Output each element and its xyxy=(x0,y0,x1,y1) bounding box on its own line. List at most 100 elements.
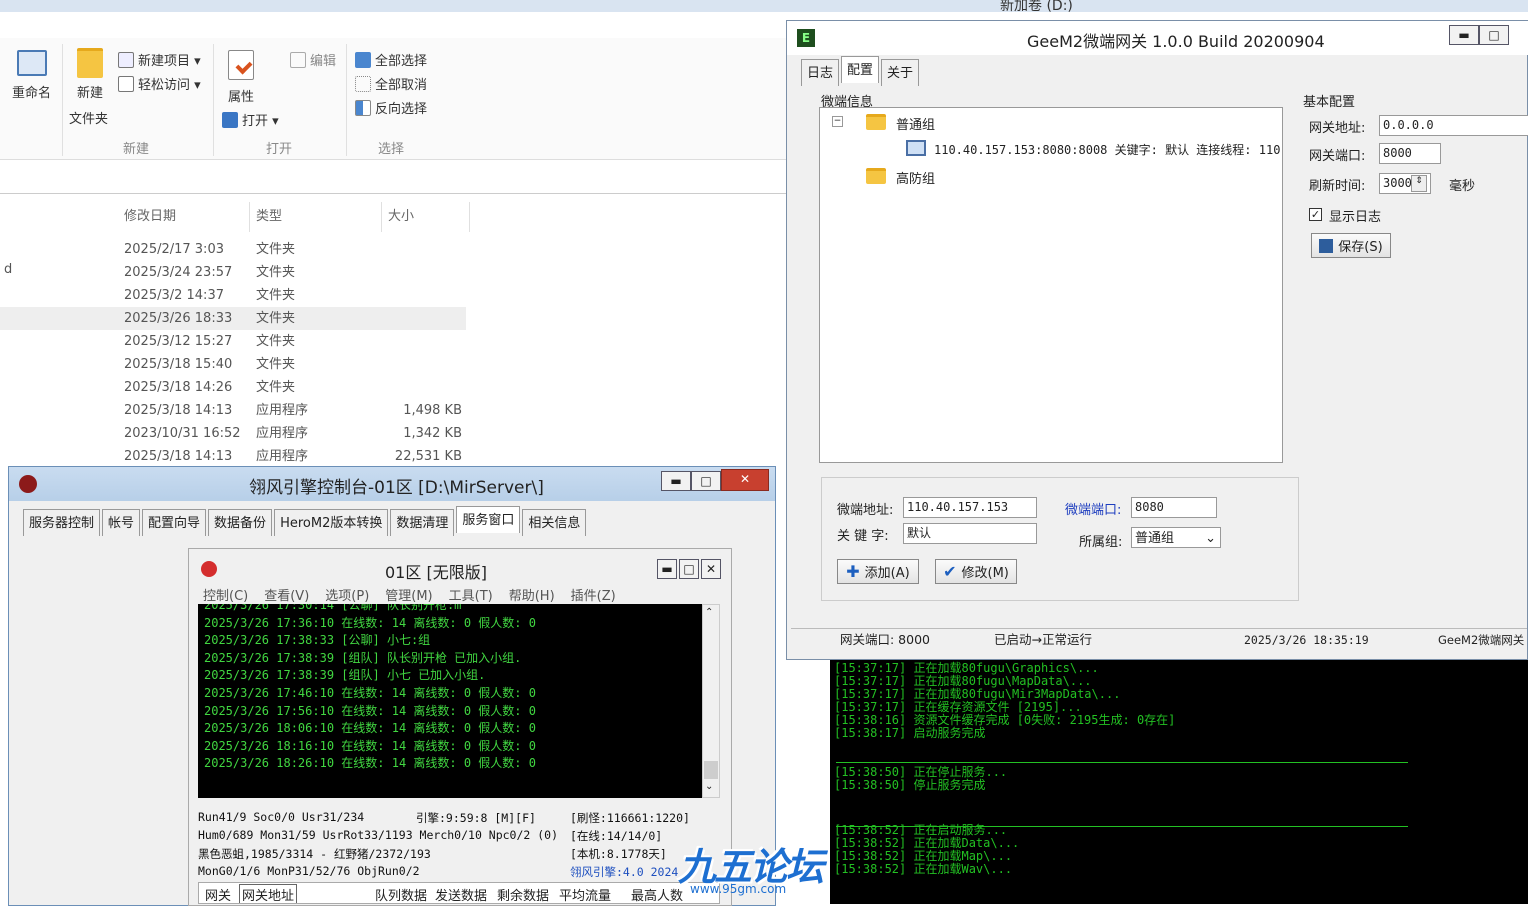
key-label: 关 键 字: xyxy=(837,529,889,544)
check-icon: ✔ xyxy=(943,562,957,581)
open-label: 打开 ▾ xyxy=(242,114,279,129)
save-button[interactable]: 保存(S) xyxy=(1311,233,1391,258)
file-row[interactable]: 2025/3/18 14:13 应用程序 1,498 KB xyxy=(0,399,466,422)
menu-item[interactable]: 控制(C) xyxy=(203,585,248,604)
tree-gateway-node[interactable]: 110.40.157.153:8080:8008 关键字: 默认 连接线程: 1… xyxy=(934,141,1280,158)
chevron-up-icon[interactable]: ⌃ xyxy=(705,607,713,618)
show-log-checkbox[interactable]: ✓ xyxy=(1309,208,1322,221)
new-folder-label2: 文件夹 xyxy=(69,112,109,127)
select-none-button[interactable]: 全部取消 xyxy=(355,74,427,93)
tab-config[interactable]: 配置 xyxy=(841,56,880,83)
file-row[interactable]: 2025/3/24 23:57 文件夹 xyxy=(0,261,466,284)
open-button[interactable]: 打开 ▾ xyxy=(222,110,279,129)
tab-about[interactable]: 关于 xyxy=(881,59,920,86)
file-row[interactable]: 2025/3/18 14:13 应用程序 22,531 KB xyxy=(0,445,466,468)
address-bar[interactable] xyxy=(0,164,786,194)
save-icon xyxy=(1319,238,1334,253)
show-log-label: 显示日志 xyxy=(1329,210,1382,225)
column-size[interactable]: 大小 xyxy=(382,202,470,232)
tab-2[interactable]: 配置向导 xyxy=(142,509,207,536)
chevron-down-icon: ⌄ xyxy=(1205,530,1216,545)
log-separator xyxy=(836,762,1408,763)
grid-column-header[interactable]: 发送数据 xyxy=(435,885,487,903)
mc-port-input[interactable]: 8080 xyxy=(1131,497,1217,518)
menu-item[interactable]: 选项(P) xyxy=(325,585,369,604)
file-row[interactable]: 2025/3/12 15:27 文件夹 xyxy=(0,330,466,353)
maximize-button[interactable]: □ xyxy=(691,471,721,491)
grid-column-header[interactable]: 剩余数据 xyxy=(497,885,549,903)
menu-item[interactable]: 管理(M) xyxy=(385,585,432,604)
easy-access-button[interactable]: 轻松访问 ▾ xyxy=(118,74,201,93)
geem2-window: E GeeM2微端网关 1.0.0 Build 20200904 ▬ □ 日志 … xyxy=(786,20,1528,660)
log-line: 2025/3/26 17:38:33 [公聊] 小七:组 xyxy=(204,633,431,648)
app-icon xyxy=(19,475,37,493)
gateway-port-input[interactable]: 8000 xyxy=(1379,143,1441,164)
menu-item[interactable]: 帮助(H) xyxy=(509,585,555,604)
mc-address-label: 微端地址: xyxy=(837,503,894,518)
grid-column-header[interactable]: 最高人数 xyxy=(631,885,683,903)
tab-4[interactable]: HeroM2版本转换 xyxy=(274,509,389,536)
close-button[interactable]: ✕ xyxy=(701,559,721,579)
tree-group-highdef[interactable]: 高防组 xyxy=(896,168,935,187)
geem2-titlebar: E GeeM2微端网关 1.0.0 Build 20200904 ▬ □ xyxy=(787,21,1528,55)
file-row[interactable]: 2025/3/18 15:40 文件夹 xyxy=(0,353,466,376)
modify-button[interactable]: ✔ 修改(M) xyxy=(935,559,1017,584)
tab-3[interactable]: 数据备份 xyxy=(208,509,273,536)
add-button[interactable]: ✚ 添加(A) xyxy=(837,559,919,584)
minimize-button[interactable]: ▬ xyxy=(657,559,677,579)
chevron-down-icon[interactable]: ⌄ xyxy=(705,781,713,792)
tab-log[interactable]: 日志 xyxy=(801,59,840,86)
tab-1[interactable]: 帐号 xyxy=(102,509,141,536)
monitor-icon xyxy=(906,140,926,156)
column-modified[interactable]: 修改日期 xyxy=(118,202,250,232)
grid-column-header[interactable]: 平均流量 xyxy=(559,885,611,903)
menu-item[interactable]: 工具(T) xyxy=(449,585,493,604)
new-item-label: 新建项目 ▾ xyxy=(138,54,201,69)
new-folder-button[interactable]: 新建 xyxy=(70,48,110,101)
minimize-button[interactable]: ▬ xyxy=(661,471,691,491)
close-button[interactable]: ✕ xyxy=(721,469,769,491)
maximize-button[interactable]: □ xyxy=(1479,25,1509,45)
group-select[interactable]: 普通组 ⌄ xyxy=(1131,527,1221,548)
gateway-address-input[interactable]: 0.0.0.0 xyxy=(1379,115,1528,136)
zone-log-console: 2025/3/26 17:30:14 [公聊] 队长别开枪:m 2025/3/26… xyxy=(198,604,702,798)
key-input[interactable]: 默认 xyxy=(903,523,1037,544)
file-row[interactable]: 2025/3/18 14:26 文件夹 xyxy=(0,376,466,399)
file-row[interactable]: 2023/10/31 16:52 应用程序 1,342 KB xyxy=(0,422,466,445)
new-item-button[interactable]: 新建项目 ▾ xyxy=(118,50,201,69)
scroll-thumb[interactable] xyxy=(704,761,718,779)
tree-group-normal[interactable]: 普通组 xyxy=(896,114,935,133)
rename-button[interactable]: 重命名 xyxy=(12,50,51,101)
collapse-icon[interactable]: − xyxy=(832,116,843,127)
mc-address-input[interactable]: 110.40.157.153 xyxy=(903,497,1037,518)
tab-7[interactable]: 相关信息 xyxy=(522,509,587,536)
spin-icon[interactable]: ⇕ xyxy=(1411,175,1427,192)
grid-column-header[interactable]: 队列数据 xyxy=(375,885,427,903)
tab-5[interactable]: 数据清理 xyxy=(390,509,455,536)
folder-icon xyxy=(77,48,103,78)
mirserver-title: 翎风引擎控制台-01区 [D:\MirServer\] xyxy=(249,478,544,498)
column-type[interactable]: 类型 xyxy=(250,202,382,232)
stat-monsters: 黑色恶蛆,1985/3314 - 红野猪/2372/193 xyxy=(198,847,431,861)
grid-column-header[interactable]: 网关 xyxy=(205,885,231,903)
menu-item[interactable]: 插件(Z) xyxy=(571,585,616,604)
select-all-icon xyxy=(355,51,371,68)
log-scrollbar[interactable]: ⌃ ⌄ xyxy=(702,604,720,798)
grid-column-header[interactable]: 网关地址 xyxy=(239,884,298,903)
file-row[interactable]: 2025/2/17 3:03 文件夹 xyxy=(0,238,466,261)
tab-0[interactable]: 服务器控制 xyxy=(23,509,101,536)
invert-selection-button[interactable]: 反向选择 xyxy=(355,98,427,117)
properties-button[interactable]: 属性 xyxy=(228,50,254,105)
file-row[interactable]: 2025/3/26 18:33 文件夹 xyxy=(0,307,466,330)
file-row[interactable]: 2025/3/2 14:37 文件夹 xyxy=(0,284,466,307)
add-label: 添加(A) xyxy=(864,566,910,581)
select-all-button[interactable]: 全部选择 xyxy=(355,50,427,69)
menu-item[interactable]: 查看(V) xyxy=(264,585,309,604)
gateway-tree[interactable]: − 普通组 110.40.157.153:8080:8008 关键字: 默认 连… xyxy=(819,107,1283,463)
maximize-button[interactable]: □ xyxy=(679,559,699,579)
minimize-button[interactable]: ▬ xyxy=(1449,25,1479,45)
file-type: 文件夹 xyxy=(256,242,296,257)
edit-button[interactable]: 编辑 xyxy=(290,50,336,69)
group-select-label: 选择 xyxy=(378,142,405,157)
tab-6[interactable]: 服务窗口 xyxy=(456,506,521,533)
